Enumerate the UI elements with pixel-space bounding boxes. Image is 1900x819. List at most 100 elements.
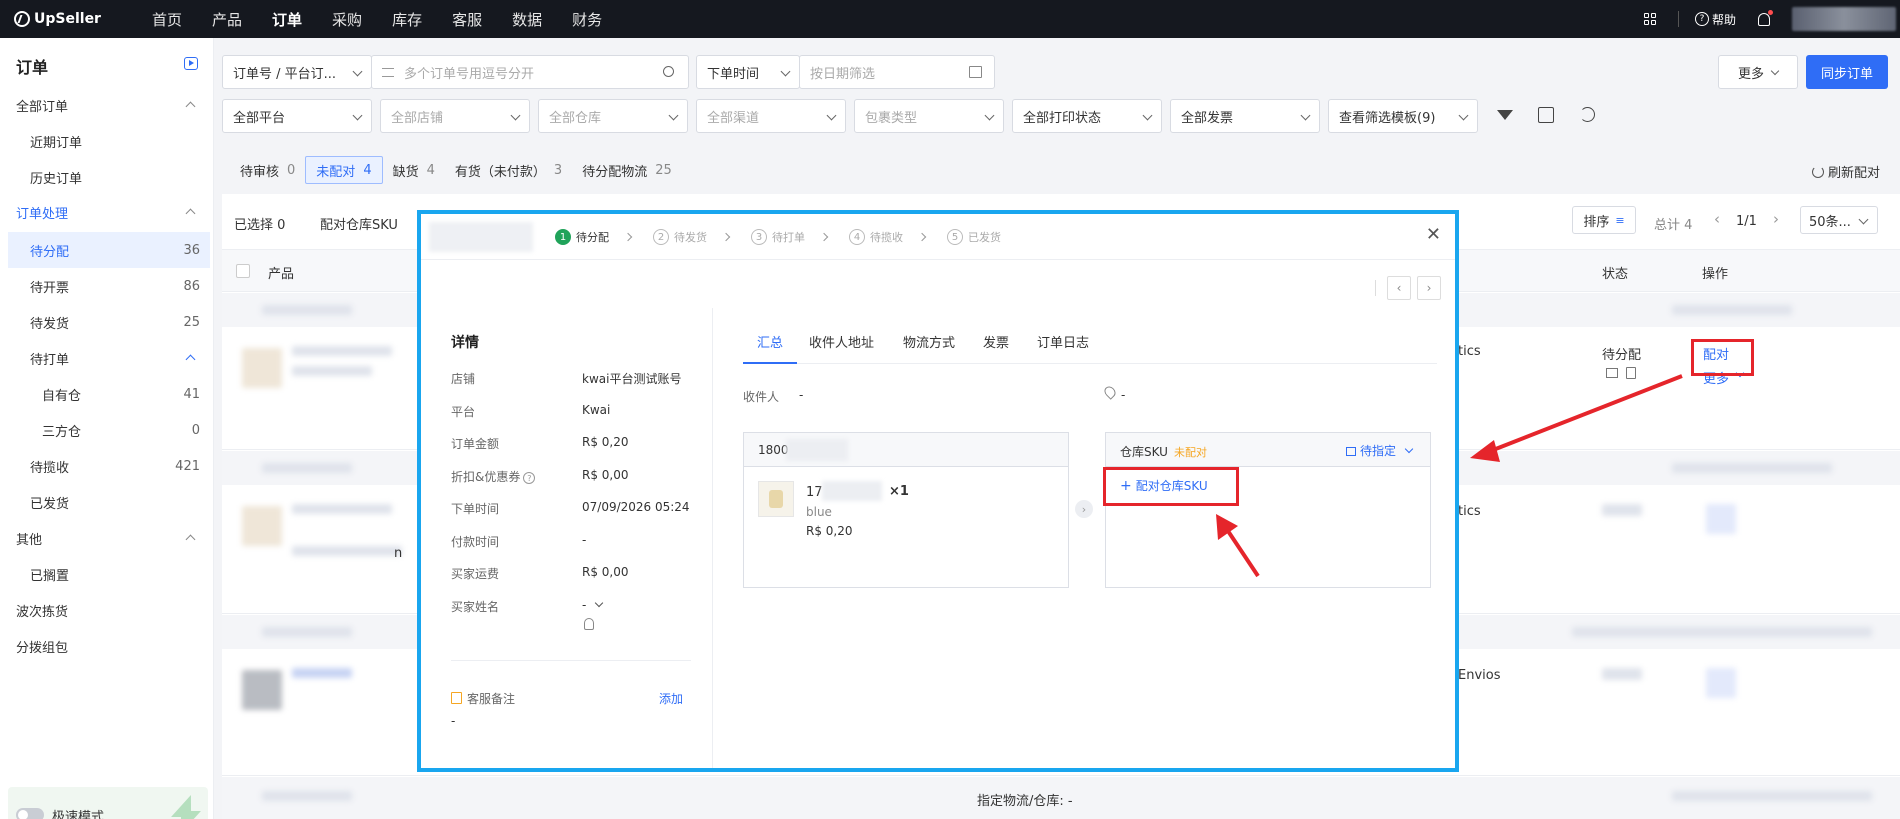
save-icon[interactable] xyxy=(1538,107,1554,123)
tab-invoice[interactable]: 发票 xyxy=(983,328,1009,364)
sidebar-item-label: 已发货 xyxy=(30,496,70,512)
prev-page-icon[interactable]: ‹ xyxy=(1714,210,1720,228)
warehouse-sku-card: 仓库SKU 未配对 待指定 + 配对仓库SKU xyxy=(1105,432,1431,588)
user-icon[interactable] xyxy=(584,618,594,630)
sidebar-item-on-hold[interactable]: 已搁置 xyxy=(0,558,210,590)
logo-text: UpSeller xyxy=(34,11,101,27)
sidebar-item-distribution[interactable]: 分拨组包 xyxy=(0,630,210,662)
nav-purchase[interactable]: 采购 xyxy=(332,9,362,30)
sidebar-group-all-orders[interactable]: 全部订单 xyxy=(0,89,210,121)
tab-count: 3 xyxy=(553,162,563,178)
warehouse-select[interactable]: 全部仓库 xyxy=(538,99,688,133)
search-icon[interactable] xyxy=(663,66,674,77)
sort-button[interactable]: 排序 ≡ xyxy=(1572,206,1636,234)
sidebar-item-to-assign[interactable]: 待分配 36 xyxy=(8,232,210,268)
sidebar-item-recent[interactable]: 近期订单 xyxy=(0,125,210,157)
sidebar-group-other[interactable]: 其他 xyxy=(0,522,210,554)
sidebar-item-label: 待打单 xyxy=(30,352,70,368)
speed-mode-label: 极速模式 xyxy=(52,809,105,819)
reset-icon[interactable] xyxy=(1580,107,1595,122)
channel-select[interactable]: 全部渠道 xyxy=(696,99,846,133)
nav-finance[interactable]: 财务 xyxy=(572,9,602,30)
tab-unmatched[interactable]: 未配对 4 xyxy=(305,156,383,184)
tab-awaiting-logistics[interactable]: 待分配物流 25 xyxy=(572,156,682,184)
invoice-select[interactable]: 全部发票 xyxy=(1170,99,1320,133)
logo-icon xyxy=(14,11,30,27)
product-sku: 17 xyxy=(806,485,823,500)
page-size-select[interactable]: 50条... xyxy=(1800,206,1878,234)
package-type-select[interactable]: 包裹类型 xyxy=(854,99,1004,133)
warehouse-sku-title-wrap: 仓库SKU 未配对 xyxy=(1120,443,1207,460)
filter-template-select[interactable]: 查看筛选模板(9) xyxy=(1328,99,1478,133)
filter-icon[interactable] xyxy=(1497,110,1513,120)
add-remark-link[interactable]: 添加 xyxy=(659,690,683,707)
nav-inventory[interactable]: 库存 xyxy=(392,9,422,30)
next-page-icon[interactable]: › xyxy=(1773,210,1779,228)
help-button[interactable]: ? 帮助 xyxy=(1694,11,1736,28)
refresh-match-button[interactable]: 刷新配对 xyxy=(1811,162,1880,181)
close-icon[interactable]: ✕ xyxy=(1426,224,1441,245)
print-status-select[interactable]: 全部打印状态 xyxy=(1012,99,1162,133)
time-type-select[interactable]: 下单时间 xyxy=(696,55,800,89)
unmatched-badge: 未配对 xyxy=(1173,446,1207,459)
help-icon[interactable]: ? xyxy=(523,472,536,484)
sidebar-item-count: 25 xyxy=(183,314,200,330)
tab-out-of-stock[interactable]: 缺货 4 xyxy=(383,156,445,184)
order-type-select[interactable]: 订单号 / 平台订... xyxy=(222,55,372,89)
notification-button[interactable] xyxy=(1758,9,1773,26)
sync-orders-button[interactable]: 同步订单 xyxy=(1806,55,1888,89)
tab-shipping-method[interactable]: 物流方式 xyxy=(903,328,955,364)
sidebar-item-own-warehouse[interactable]: 自有仓 41 xyxy=(0,378,210,410)
tab-label: 待审核 xyxy=(240,164,280,180)
tab-in-stock-unpaid[interactable]: 有货（未付款） 3 xyxy=(445,156,572,184)
detail-value: - xyxy=(582,533,587,547)
batch-match-sku-button[interactable]: 配对仓库SKU xyxy=(320,214,398,233)
sidebar-item-to-invoice[interactable]: 待开票 86 xyxy=(0,270,210,302)
nav-orders[interactable]: 订单 xyxy=(272,9,302,30)
nav-home[interactable]: 首页 xyxy=(152,9,182,30)
sidebar-group-label: 全部订单 xyxy=(16,99,69,115)
sidebar-group-processing[interactable]: 订单处理 xyxy=(0,196,210,228)
nav-service[interactable]: 客服 xyxy=(452,9,482,30)
status-tabs: 待审核 0 未配对 4 缺货 4 有货（未付款） 3 待分配物流 25 xyxy=(230,156,682,184)
logo[interactable]: UpSeller xyxy=(14,11,124,27)
shop-select[interactable]: 全部店铺 xyxy=(380,99,530,133)
sidebar-item-to-ship[interactable]: 待发货 25 xyxy=(0,306,210,338)
tab-summary[interactable]: 汇总 xyxy=(743,328,797,364)
product-thumbnail[interactable] xyxy=(758,481,794,517)
sidebar-item-third-party[interactable]: 三方仓 0 xyxy=(0,414,210,446)
warehouse-sku-card-header: 仓库SKU 未配对 待指定 xyxy=(1106,433,1430,467)
order-search-placeholder: 多个订单号用逗号分开 xyxy=(404,66,535,82)
apps-icon[interactable] xyxy=(1643,13,1656,25)
product-variant: blue xyxy=(806,505,832,519)
next-order-button[interactable]: › xyxy=(1417,276,1441,300)
chevron-down-icon[interactable] xyxy=(594,598,604,608)
tab-order-log[interactable]: 订单日志 xyxy=(1037,328,1089,364)
nav-data[interactable]: 数据 xyxy=(512,9,542,30)
prev-order-button[interactable]: ‹ xyxy=(1387,276,1411,300)
tab-recipient-address[interactable]: 收件人地址 xyxy=(809,328,874,364)
match-action-highlight xyxy=(1691,339,1754,376)
sidebar-item-history[interactable]: 历史订单 xyxy=(0,161,210,193)
nav-products[interactable]: 产品 xyxy=(212,9,242,30)
step-label: 已发货 xyxy=(968,231,1001,244)
step-number: 2 xyxy=(653,229,669,245)
speed-mode-toggle[interactable] xyxy=(16,808,44,819)
select-all-checkbox[interactable] xyxy=(236,264,250,278)
more-button[interactable]: 更多 xyxy=(1718,55,1798,89)
account-menu[interactable] xyxy=(1792,7,1896,31)
step-shipped: 5 已发货 xyxy=(947,229,1001,245)
order-search-input[interactable]: 多个订单号用逗号分开 xyxy=(371,55,689,89)
tab-pending-review[interactable]: 待审核 0 xyxy=(230,156,305,184)
sidebar-item-to-print[interactable]: 待打单 xyxy=(0,342,210,374)
sidebar-item-wave-picking[interactable]: 波次拣货 xyxy=(0,594,210,626)
recipient-value: - xyxy=(799,388,804,402)
sidebar-item-shipped[interactable]: 已发货 xyxy=(0,486,210,518)
collapse-sidebar-icon[interactable] xyxy=(184,57,198,70)
assign-warehouse-select[interactable]: 待指定 xyxy=(1345,442,1414,459)
sidebar-item-label: 波次拣货 xyxy=(16,604,69,620)
sidebar-item-to-pickup[interactable]: 待揽收 421 xyxy=(0,450,210,482)
platform-value: 全部平台 xyxy=(233,110,286,126)
platform-select[interactable]: 全部平台 xyxy=(222,99,372,133)
date-range-input[interactable]: 按日期筛选 xyxy=(799,55,995,89)
